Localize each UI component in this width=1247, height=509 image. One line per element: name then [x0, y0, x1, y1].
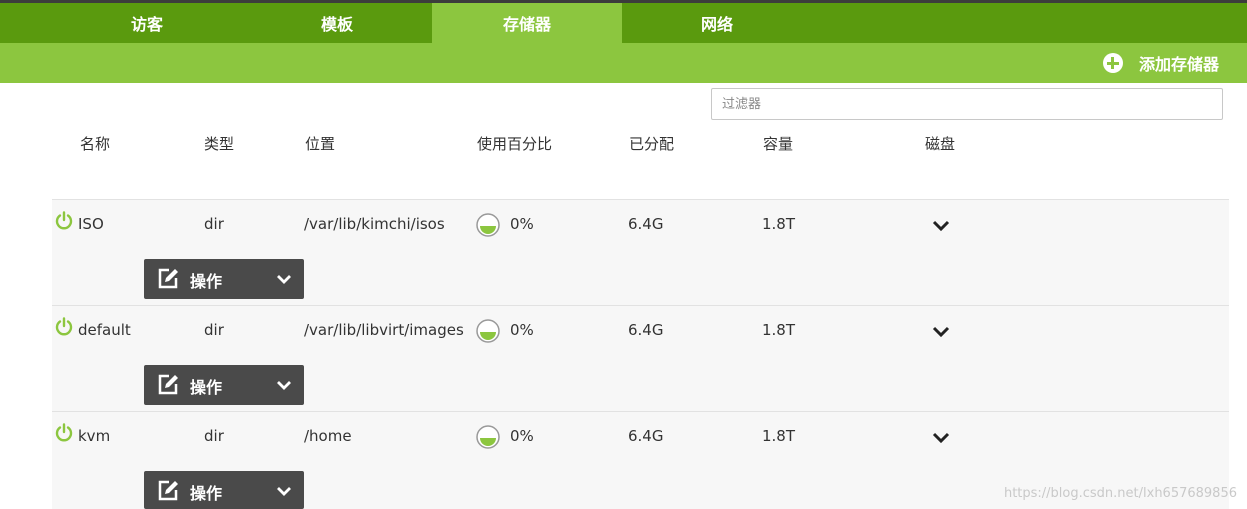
filter-input[interactable]: [711, 88, 1223, 120]
pool-allocated: 6.4G: [628, 215, 664, 233]
header-capacity: 容量: [763, 135, 794, 153]
plus-circle-icon: [1102, 53, 1123, 73]
add-storage-button[interactable]: 添加存储器: [1102, 50, 1219, 76]
action-bar: 添加存储器: [0, 43, 1247, 83]
usage-icon: [476, 213, 500, 237]
edit-icon: [158, 268, 178, 289]
tab-guests[interactable]: 访客: [52, 3, 242, 43]
chevron-down-icon[interactable]: [932, 432, 950, 444]
actions-button[interactable]: 操作: [144, 365, 304, 405]
pool-capacity: 1.8T: [762, 321, 796, 339]
actions-label: 操作: [190, 378, 223, 397]
pool-capacity: 1.8T: [762, 215, 796, 233]
tab-templates[interactable]: 模板: [242, 3, 432, 43]
actions-label: 操作: [190, 272, 223, 291]
header-location: 位置: [305, 135, 336, 153]
pool-location: /home: [304, 427, 352, 445]
pool-capacity: 1.8T: [762, 427, 796, 445]
actions-button[interactable]: 操作: [144, 471, 304, 509]
pool-usage: 0%: [510, 427, 534, 445]
power-icon[interactable]: [54, 211, 74, 231]
chevron-down-icon: [277, 275, 291, 284]
add-storage-label: 添加存储器: [1138, 55, 1219, 74]
pool-type: dir: [204, 427, 224, 445]
pool-type: dir: [204, 321, 224, 339]
header-usage: 使用百分比: [477, 135, 553, 153]
chevron-down-icon: [277, 487, 291, 496]
tab-bar: 访客 模板 存储器 网络: [0, 3, 1247, 43]
tab-network[interactable]: 网络: [622, 3, 812, 43]
actions-button[interactable]: 操作: [144, 259, 304, 299]
pool-name: ISO: [78, 215, 104, 233]
usage-icon: [476, 425, 500, 449]
pool-usage: 0%: [510, 321, 534, 339]
pool-name: default: [78, 321, 131, 339]
chevron-down-icon[interactable]: [932, 220, 950, 232]
header-name: 名称: [80, 135, 111, 153]
header-disks: 磁盘: [925, 135, 956, 153]
pool-name: kvm: [78, 427, 111, 445]
pool-location: /var/lib/kimchi/isos: [304, 215, 445, 233]
usage-icon: [476, 319, 500, 343]
actions-label: 操作: [190, 484, 223, 503]
chevron-down-icon: [277, 381, 291, 390]
power-icon[interactable]: [54, 423, 74, 443]
header-allocated: 已分配: [629, 135, 675, 153]
chevron-down-icon[interactable]: [932, 326, 950, 338]
tab-storage[interactable]: 存储器: [432, 3, 622, 43]
pool-allocated: 6.4G: [628, 427, 664, 445]
power-icon[interactable]: [54, 317, 74, 337]
edit-icon: [158, 374, 178, 395]
header-type: 类型: [204, 135, 235, 153]
edit-icon: [158, 480, 178, 501]
pool-allocated: 6.4G: [628, 321, 664, 339]
pool-usage: 0%: [510, 215, 534, 233]
pool-type: dir: [204, 215, 224, 233]
pool-location: /var/lib/libvirt/images: [304, 321, 464, 339]
watermark: https://blog.csdn.net/lxh657689856: [1003, 486, 1237, 501]
